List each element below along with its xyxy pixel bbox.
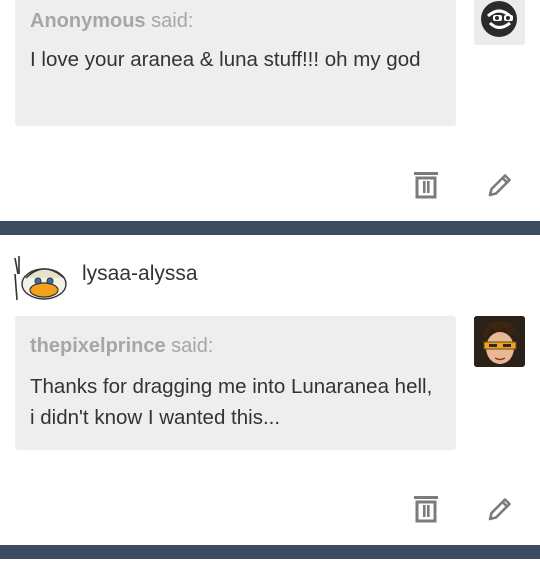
asker-avatar[interactable] [474, 0, 525, 45]
ask-question: I love your aranea & luna stuff!!! oh my… [30, 48, 421, 71]
ask-bubble: Anonymous said: I love your aranea & lun… [15, 0, 456, 126]
post-divider [0, 221, 540, 235]
edit-button[interactable] [485, 494, 515, 524]
overwatch-tracer-avatar-icon [474, 316, 525, 367]
post-divider [0, 545, 540, 559]
asker-name[interactable]: Anonymous [30, 10, 146, 32]
ask-bubble: thepixelprince said: Thanks for dragging… [15, 316, 456, 450]
blog-avatar[interactable] [10, 254, 70, 302]
said-label: said: [151, 10, 194, 32]
trash-icon [414, 496, 438, 523]
sunglasses-smiley-icon [481, 1, 517, 37]
asker-avatar[interactable] [474, 316, 525, 367]
said-label: said: [171, 335, 214, 357]
delete-button[interactable] [411, 494, 441, 524]
asker-name[interactable]: thepixelprince [30, 335, 166, 357]
delete-button[interactable] [411, 170, 441, 200]
ask-question: Thanks for dragging me into Lunaranea he… [30, 375, 433, 429]
edit-button[interactable] [485, 170, 515, 200]
pencil-icon [488, 174, 511, 197]
blog-header: lysaa-alyssa [0, 236, 540, 316]
asker-line: thepixelprince said: [30, 335, 213, 358]
trash-icon [414, 172, 438, 199]
duck-avatar-icon [14, 256, 67, 301]
pencil-icon [488, 498, 511, 521]
asker-line: Anonymous said: [30, 10, 193, 33]
blog-name[interactable]: lysaa-alyssa [82, 262, 198, 286]
